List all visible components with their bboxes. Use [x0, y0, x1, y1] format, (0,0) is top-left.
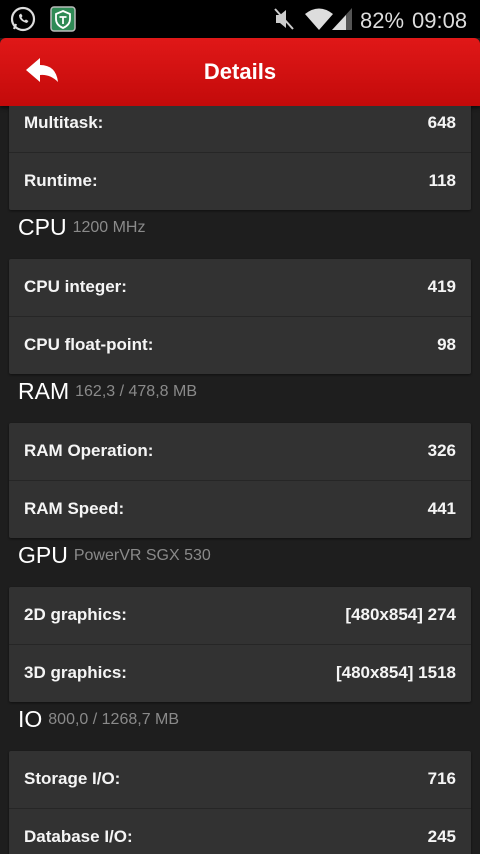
battery-percent: 82%	[360, 8, 405, 33]
item-label: Storage I/O:	[24, 769, 121, 788]
section-subtitle: 1200 MHz	[72, 218, 146, 236]
list-item: Multitask: 648	[9, 106, 471, 153]
item-label: Multitask:	[24, 113, 104, 132]
signal-icon	[332, 8, 352, 30]
section-subtitle: 162,3 / 478,8 MB	[75, 382, 197, 400]
list-item: CPU float-point: 98	[9, 317, 471, 374]
item-value: 419	[427, 277, 456, 296]
action-bar: Details	[0, 38, 480, 106]
item-label: Database I/O:	[24, 827, 133, 846]
item-value: [480x854] 274	[345, 605, 456, 624]
item-label: Runtime:	[24, 171, 98, 190]
item-label: RAM Operation:	[24, 441, 154, 460]
item-label: 3D graphics:	[24, 663, 127, 682]
section-header-gpu: GPU PowerVR SGX 530	[18, 542, 211, 582]
card-gpu: 2D graphics: [480x854] 274 3D graphics: …	[9, 587, 471, 702]
card-io: Storage I/O: 716 Database I/O: 245	[9, 751, 471, 854]
shield-app-icon	[50, 6, 76, 32]
item-label: CPU float-point:	[24, 335, 154, 354]
section-title: RAM	[18, 378, 70, 404]
item-value: 118	[428, 171, 456, 190]
item-value: 441	[427, 499, 456, 518]
card-cpu: CPU integer: 419 CPU float-point: 98	[9, 259, 471, 374]
list-item: 3D graphics: [480x854] 1518	[9, 645, 471, 702]
item-value: 648	[427, 113, 456, 132]
item-label: CPU integer:	[24, 277, 127, 296]
item-value: 326	[427, 441, 456, 460]
section-header-cpu: CPU 1200 MHz	[18, 214, 145, 254]
list-item: RAM Speed: 441	[9, 481, 471, 538]
section-title: IO	[18, 706, 43, 732]
clock-time: 09:08	[412, 8, 468, 33]
card-general: Multitask: 648 Runtime: 118	[9, 106, 471, 210]
card-ram: RAM Operation: 326 RAM Speed: 441	[9, 423, 471, 538]
section-header-ram: RAM 162,3 / 478,8 MB	[18, 378, 197, 418]
section-subtitle: PowerVR SGX 530	[73, 546, 211, 564]
list-item: Storage I/O: 716	[9, 751, 471, 809]
section-title: GPU	[18, 542, 68, 568]
item-value: 716	[427, 769, 456, 788]
status-bar: 82% 09:08	[0, 0, 480, 38]
list-item: CPU integer: 419	[9, 259, 471, 317]
item-value: 98	[437, 335, 456, 354]
list-item: Runtime: 118	[9, 153, 471, 210]
page-title: Details	[203, 59, 277, 84]
list-item: 2D graphics: [480x854] 274	[9, 587, 471, 645]
mute-icon	[274, 8, 294, 30]
list-item: RAM Operation: 326	[9, 423, 471, 481]
list-item: Database I/O: 245	[9, 809, 471, 854]
details-list[interactable]: Multitask: 648 Runtime: 118 CPU 1200 MHz …	[0, 106, 480, 854]
section-subtitle: 800,0 / 1268,7 MB	[48, 710, 180, 728]
item-label: 2D graphics:	[24, 605, 127, 624]
section-title: CPU	[18, 214, 67, 240]
item-value: [480x854] 1518	[335, 663, 456, 682]
section-header-io: IO 800,0 / 1268,7 MB	[18, 706, 179, 746]
item-value: 245	[427, 827, 456, 846]
item-label: RAM Speed:	[24, 499, 125, 518]
whatsapp-icon	[10, 6, 36, 32]
